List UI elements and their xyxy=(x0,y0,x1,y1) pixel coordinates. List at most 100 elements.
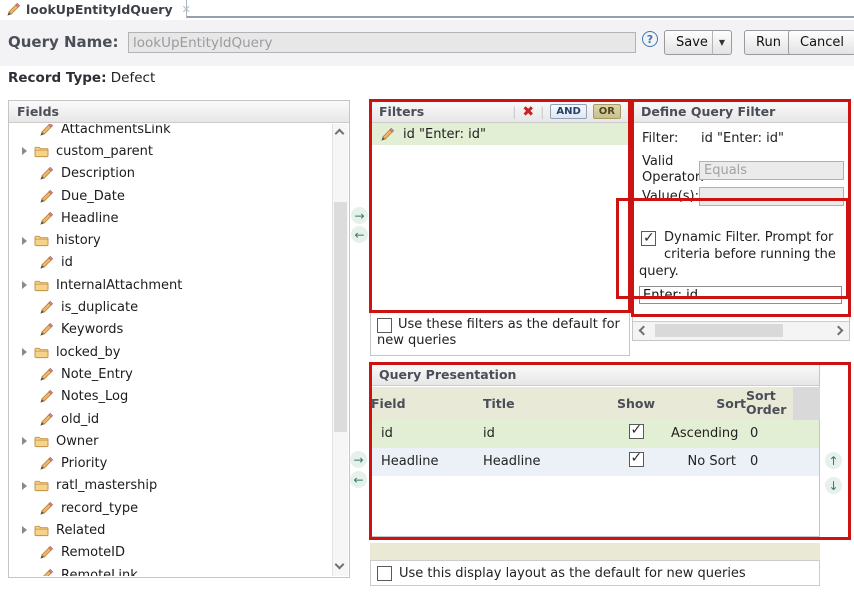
tree-item-note_entry[interactable]: Note_Entry xyxy=(9,363,332,385)
expand-caret-icon[interactable] xyxy=(22,437,27,445)
table-row[interactable]: id id Ascending 0 xyxy=(371,420,819,448)
tree-item-internalattachment[interactable]: InternalAttachment xyxy=(9,274,332,296)
help-icon[interactable]: ? xyxy=(642,31,658,47)
fields-tree: AttachmentsLink custom_parentDescriptionD… xyxy=(9,124,332,576)
tab-lookupentityidquery[interactable]: lookUpEntityIdQuery ✕ xyxy=(0,0,187,18)
table-footer-strip xyxy=(370,543,820,560)
tree-item-keywords[interactable]: Keywords xyxy=(9,319,332,341)
layout-default-label: Use this display layout as the default f… xyxy=(399,566,746,581)
pencil-icon xyxy=(39,322,54,337)
folder-icon xyxy=(34,145,49,158)
dynamic-filter-block: Dynamic Filter. Prompt for criteria befo… xyxy=(639,230,841,281)
move-right-icon[interactable]: → xyxy=(350,451,367,468)
table-row[interactable]: Headline Headline No Sort 0 xyxy=(371,448,819,476)
prompt-text-input[interactable] xyxy=(639,286,842,304)
move-left-icon[interactable]: ← xyxy=(351,226,368,243)
expand-caret-icon[interactable] xyxy=(22,147,27,155)
tree-item-owner[interactable]: Owner xyxy=(9,430,332,452)
move-left-icon[interactable]: ← xyxy=(350,471,367,488)
move-down-icon[interactable]: ↓ xyxy=(825,477,842,494)
or-button[interactable]: OR xyxy=(593,104,621,119)
filters-default-checkbox[interactable] xyxy=(377,318,392,333)
define-panel-hscrollbar[interactable] xyxy=(633,321,849,340)
column-field[interactable]: Field xyxy=(371,394,483,413)
fields-scrollbar[interactable] xyxy=(332,124,348,576)
tree-item-remotelink[interactable]: RemoteLink xyxy=(9,564,332,576)
tree-item-label: Keywords xyxy=(61,322,123,337)
scrollbar-thumb[interactable] xyxy=(655,324,783,337)
tree-item-notes_log[interactable]: Notes_Log xyxy=(9,386,332,408)
save-menu-arrow-icon[interactable]: ▼ xyxy=(712,30,732,55)
query-name-row: Query Name: ? Save ▼ Run Cancel xyxy=(0,20,854,66)
tree-item-label: record_type xyxy=(61,501,138,516)
show-checkbox[interactable] xyxy=(629,452,644,467)
tree-item-label: history xyxy=(56,233,101,248)
query-presentation-table: Field Title Show Sort Sort Order id id A… xyxy=(371,387,819,476)
tree-item-record_type[interactable]: record_type xyxy=(9,497,332,519)
show-checkbox[interactable] xyxy=(629,424,644,439)
delete-filter-icon[interactable]: ✖ xyxy=(522,104,534,120)
layout-default-checkbox[interactable] xyxy=(377,566,392,581)
expand-caret-icon[interactable] xyxy=(22,348,27,356)
tree-item-custom_parent[interactable]: custom_parent xyxy=(9,140,332,162)
folder-icon xyxy=(34,479,49,492)
fields-panel: Fields AttachmentsLinkcustom_parentDescr… xyxy=(8,100,350,578)
table-header-row: Field Title Show Sort Sort Order xyxy=(371,387,819,420)
tree-item-related[interactable]: Related xyxy=(9,519,332,541)
close-icon[interactable]: ✕ xyxy=(182,3,191,16)
tree-item-label: Notes_Log xyxy=(61,389,128,404)
pencil-icon xyxy=(6,2,21,17)
cell-sort[interactable]: Ascending xyxy=(671,426,746,441)
pencil-icon xyxy=(39,568,54,576)
column-sort-order[interactable]: Sort Order xyxy=(746,387,793,420)
dynamic-filter-checkbox[interactable] xyxy=(641,231,656,246)
tree-item-priority[interactable]: Priority xyxy=(9,452,332,474)
cancel-button[interactable]: Cancel xyxy=(788,30,854,55)
tree-item-id[interactable]: id xyxy=(9,252,332,274)
tree-item-old_id[interactable]: old_id xyxy=(9,408,332,430)
tree-item-is_duplicate[interactable]: is_duplicate xyxy=(9,296,332,318)
dynamic-filter-label: Dynamic Filter. Prompt for criteria befo… xyxy=(639,230,836,279)
expand-caret-icon[interactable] xyxy=(22,526,27,534)
tree-item-remoteid[interactable]: RemoteID xyxy=(9,542,332,564)
column-title[interactable]: Title xyxy=(483,394,601,413)
move-up-icon[interactable]: ↑ xyxy=(825,452,842,469)
filter-value: id "Enter: id" xyxy=(701,131,784,146)
cell-title: Headline xyxy=(483,454,601,469)
and-button[interactable]: AND xyxy=(550,104,586,119)
folder-icon xyxy=(34,435,49,448)
tree-item-ratl_mastership[interactable]: ratl_mastership xyxy=(9,475,332,497)
scroll-left-icon[interactable] xyxy=(639,326,649,336)
expand-caret-icon[interactable] xyxy=(22,237,27,245)
filter-label: Filter: xyxy=(642,131,678,146)
scroll-up-icon[interactable] xyxy=(335,129,345,139)
move-right-icon[interactable]: → xyxy=(351,207,368,224)
tree-item-headline[interactable]: Headline xyxy=(9,207,332,229)
pencil-icon xyxy=(39,456,54,471)
expand-caret-icon[interactable] xyxy=(22,281,27,289)
filter-list-item-selected[interactable]: id "Enter: id" xyxy=(371,123,629,145)
tree-item-label: Priority xyxy=(61,456,107,471)
scroll-right-icon[interactable] xyxy=(834,326,844,336)
filter-expression: id "Enter: id" xyxy=(403,127,486,142)
tree-item-description[interactable]: Description xyxy=(9,163,332,185)
column-sort[interactable]: Sort xyxy=(671,394,746,413)
expand-caret-icon[interactable] xyxy=(22,482,27,490)
tree-item-label: AttachmentsLink xyxy=(61,124,171,137)
scroll-down-icon[interactable] xyxy=(335,560,345,570)
tree-item-label: Owner xyxy=(56,434,98,449)
run-button[interactable]: Run xyxy=(744,30,793,55)
tree-item-locked_by[interactable]: locked_by xyxy=(9,341,332,363)
query-name-input[interactable] xyxy=(128,32,636,53)
tab-title: lookUpEntityIdQuery xyxy=(26,2,173,17)
pencil-icon xyxy=(39,545,54,560)
column-show[interactable]: Show xyxy=(601,394,671,413)
cell-sort[interactable]: No Sort xyxy=(671,454,746,469)
scrollbar-thumb[interactable] xyxy=(334,202,347,432)
pencil-icon xyxy=(39,166,54,181)
tree-item-due_date[interactable]: Due_Date xyxy=(9,185,332,207)
tab-strip: lookUpEntityIdQuery ✕ xyxy=(0,0,854,18)
record-type-label: Record Type: xyxy=(8,70,106,86)
tree-item-attachmentslink[interactable]: AttachmentsLink xyxy=(9,124,332,140)
tree-item-history[interactable]: history xyxy=(9,229,332,251)
